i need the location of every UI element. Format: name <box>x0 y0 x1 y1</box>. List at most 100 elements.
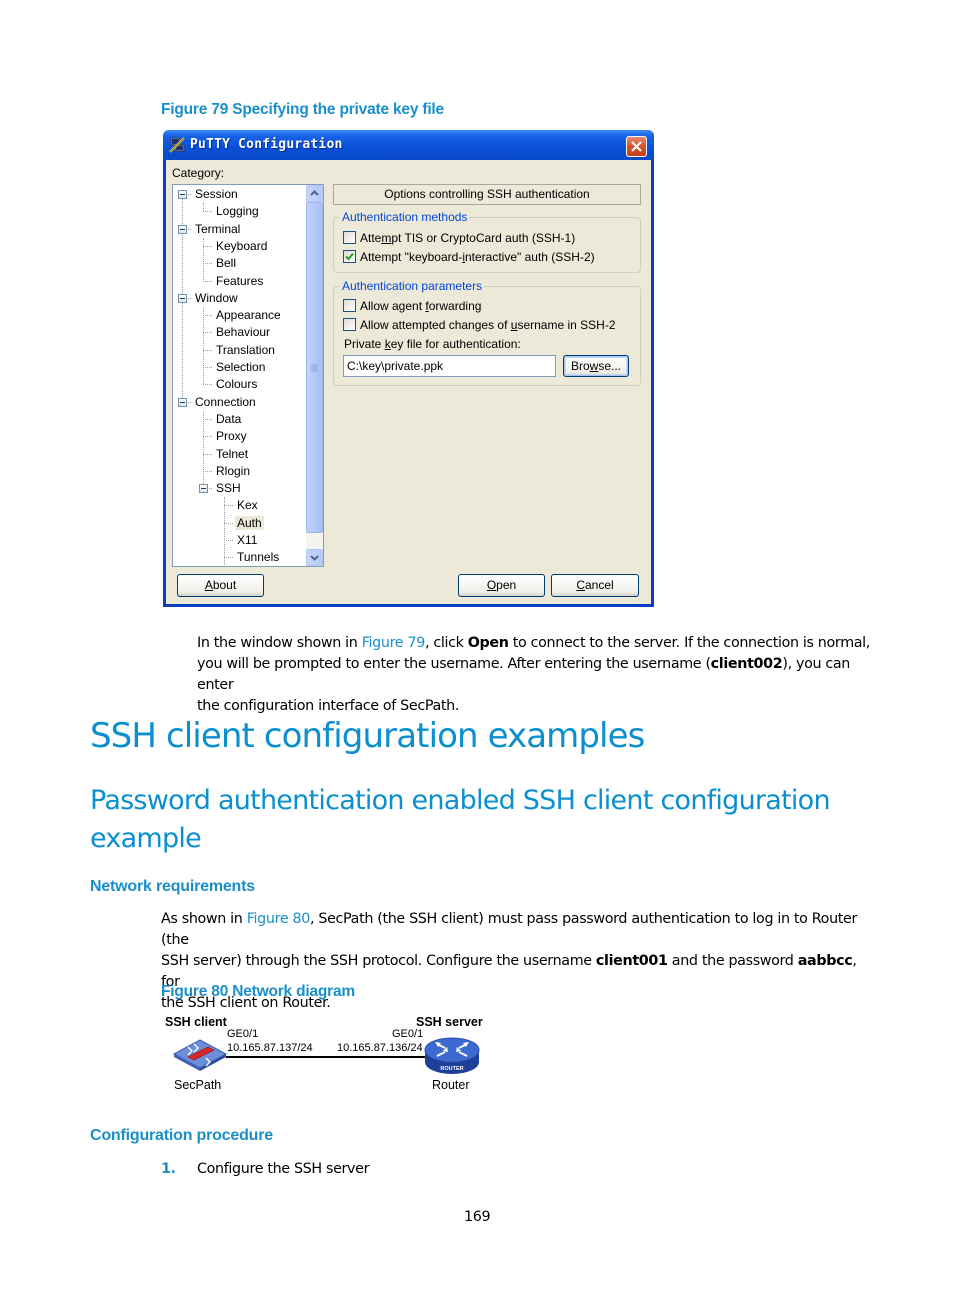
category-tree[interactable]: Session Logging Terminal Keyboard Bell Featur… <box>172 184 324 567</box>
tree-item-label: Terminal <box>195 221 241 236</box>
collapse-icon[interactable] <box>178 397 187 407</box>
tree-item-kex[interactable]: Kex <box>235 497 260 514</box>
tis-cryptocard-option[interactable]: Attempt TIS or CryptoCard auth (SSH-1) <box>343 230 575 246</box>
tree-item-features[interactable]: Features <box>214 273 265 290</box>
network-requirements-heading: Network requirements <box>90 878 255 895</box>
tree-item-auth[interactable]: Auth <box>235 515 264 532</box>
step-number: 1. <box>161 1161 176 1177</box>
tree-item-ssh[interactable]: SSH <box>214 480 243 497</box>
tree-item-session[interactable]: Session <box>193 186 240 203</box>
tree-item-connection[interactable]: Connection <box>193 394 258 411</box>
panel-title: Options controlling SSH authentication <box>333 184 641 205</box>
figure-79-caption: Figure 79 Specifying the private key fil… <box>161 101 444 118</box>
tis-cryptocard-checkbox[interactable] <box>343 231 356 244</box>
putty-app-icon <box>169 137 185 153</box>
collapse-icon[interactable] <box>178 293 187 303</box>
tree-item-label: Appearance <box>216 308 281 323</box>
tree-item-data[interactable]: Data <box>214 411 243 428</box>
tree-item-proxy[interactable]: Proxy <box>214 428 249 445</box>
tree-connector <box>203 263 212 265</box>
scroll-thumb[interactable] <box>306 202 323 533</box>
close-button[interactable] <box>626 136 647 157</box>
tree-item-bell[interactable]: Bell <box>214 255 238 272</box>
keyboard-interactive-option[interactable]: Attempt "keyboard-interactive" auth (SSH… <box>343 249 595 265</box>
tree-connector <box>203 384 212 386</box>
chevron-down-icon <box>310 555 319 561</box>
client-interface-label: GE0/1 <box>227 1028 259 1040</box>
agent-forwarding-option[interactable]: Allow agent forwarding <box>343 298 481 314</box>
server-interface-label: GE0/1 <box>392 1028 424 1040</box>
tree-item-appearance[interactable]: Appearance <box>214 307 283 324</box>
tree-connector <box>203 280 212 282</box>
tree-item-translation[interactable]: Translation <box>214 342 277 359</box>
secpath-label: SecPath <box>174 1078 222 1092</box>
tree-item-selection[interactable]: Selection <box>214 359 267 376</box>
router-icon: ROUTER <box>424 1037 480 1074</box>
username-change-checkbox[interactable] <box>343 318 356 331</box>
tree-item-label: Behaviour <box>216 325 271 340</box>
ssh-client-role-label: SSH client <box>165 1015 227 1029</box>
figure-80-link[interactable]: Figure 80 <box>247 911 311 927</box>
tree-item-window[interactable]: Window <box>193 290 240 307</box>
network-diagram: SSH client SSH server GE0/1 10.165.87.13… <box>160 1012 500 1097</box>
tree-item-label: Keyboard <box>216 238 268 253</box>
figure-79-link[interactable]: Figure 79 <box>362 635 426 651</box>
window-title: PuTTY Configuration <box>190 137 343 152</box>
tree-connector <box>203 211 212 213</box>
open-button[interactable]: Open <box>458 574 545 597</box>
collapse-icon[interactable] <box>199 484 208 494</box>
step-text: Configure the SSH server <box>197 1161 370 1177</box>
agent-forwarding-checkbox[interactable] <box>343 299 356 312</box>
tree-scrollbar[interactable] <box>306 185 323 566</box>
tree-item-label: Logging <box>216 204 259 219</box>
tree-item-label: Kex <box>237 498 258 513</box>
private-key-input[interactable]: C:\key\private.ppk <box>343 355 556 377</box>
tree-connector <box>203 237 204 281</box>
tree-connector <box>224 497 225 566</box>
tree-item-tunnels[interactable]: Tunnels <box>235 549 281 566</box>
category-label: Category: <box>172 166 225 180</box>
tree-item-telnet[interactable]: Telnet <box>214 446 250 463</box>
collapse-icon[interactable] <box>178 190 187 199</box>
intro-paragraph: In the window shown in Figure 79, click … <box>197 635 871 714</box>
tree-item-label: Auth <box>235 515 264 530</box>
tree-item-keyboard[interactable]: Keyboard <box>214 238 269 255</box>
tree-item-x11[interactable]: X11 <box>235 532 259 549</box>
grip-icon <box>311 364 318 372</box>
tree-item-label: Data <box>216 411 242 426</box>
tree-item-colours[interactable]: Colours <box>214 376 259 393</box>
putty-configuration-window: PuTTY Configuration Category: Session Lo… <box>163 130 654 607</box>
tree-item-label: Rlogin <box>216 463 251 478</box>
tree-item-label: Tunnels <box>237 550 280 565</box>
tree-connector <box>203 418 212 420</box>
browse-button[interactable]: Browse... <box>563 355 629 377</box>
auth-params-legend: Authentication parameters <box>340 279 485 293</box>
firewall-icon <box>172 1039 228 1071</box>
tree-connector <box>203 245 212 247</box>
tree-connector <box>224 522 233 524</box>
network-link <box>226 1056 426 1058</box>
tree-item-terminal[interactable]: Terminal <box>193 221 242 238</box>
tree-item-behaviour[interactable]: Behaviour <box>214 324 272 341</box>
private-key-label: Private key file for authentication: <box>344 337 521 351</box>
subsection-heading: Password authentication enabled SSH clie… <box>90 785 831 854</box>
tree-connector <box>203 453 212 455</box>
tree-connector <box>203 470 212 472</box>
tree-connector <box>203 410 204 489</box>
tree-connector <box>224 557 233 559</box>
scroll-up-button[interactable] <box>306 185 323 202</box>
keyboard-interactive-checkbox[interactable] <box>343 250 356 263</box>
tree-item-logging[interactable]: Logging <box>214 203 261 220</box>
page-number: 169 <box>464 1209 491 1225</box>
scroll-down-button[interactable] <box>306 549 323 566</box>
title-bar[interactable]: PuTTY Configuration <box>163 130 654 160</box>
collapse-icon[interactable] <box>178 224 187 234</box>
username-change-option[interactable]: Allow attempted changes of username in S… <box>343 317 616 333</box>
tree-item-label: Telnet <box>216 446 249 461</box>
checkmark-icon <box>345 252 354 261</box>
tree-connector <box>224 540 233 541</box>
about-button[interactable]: About <box>177 574 264 597</box>
tree-item-label: Connection <box>195 394 256 409</box>
tree-item-rlogin[interactable]: Rlogin <box>214 463 252 480</box>
cancel-button[interactable]: Cancel <box>551 574 639 597</box>
